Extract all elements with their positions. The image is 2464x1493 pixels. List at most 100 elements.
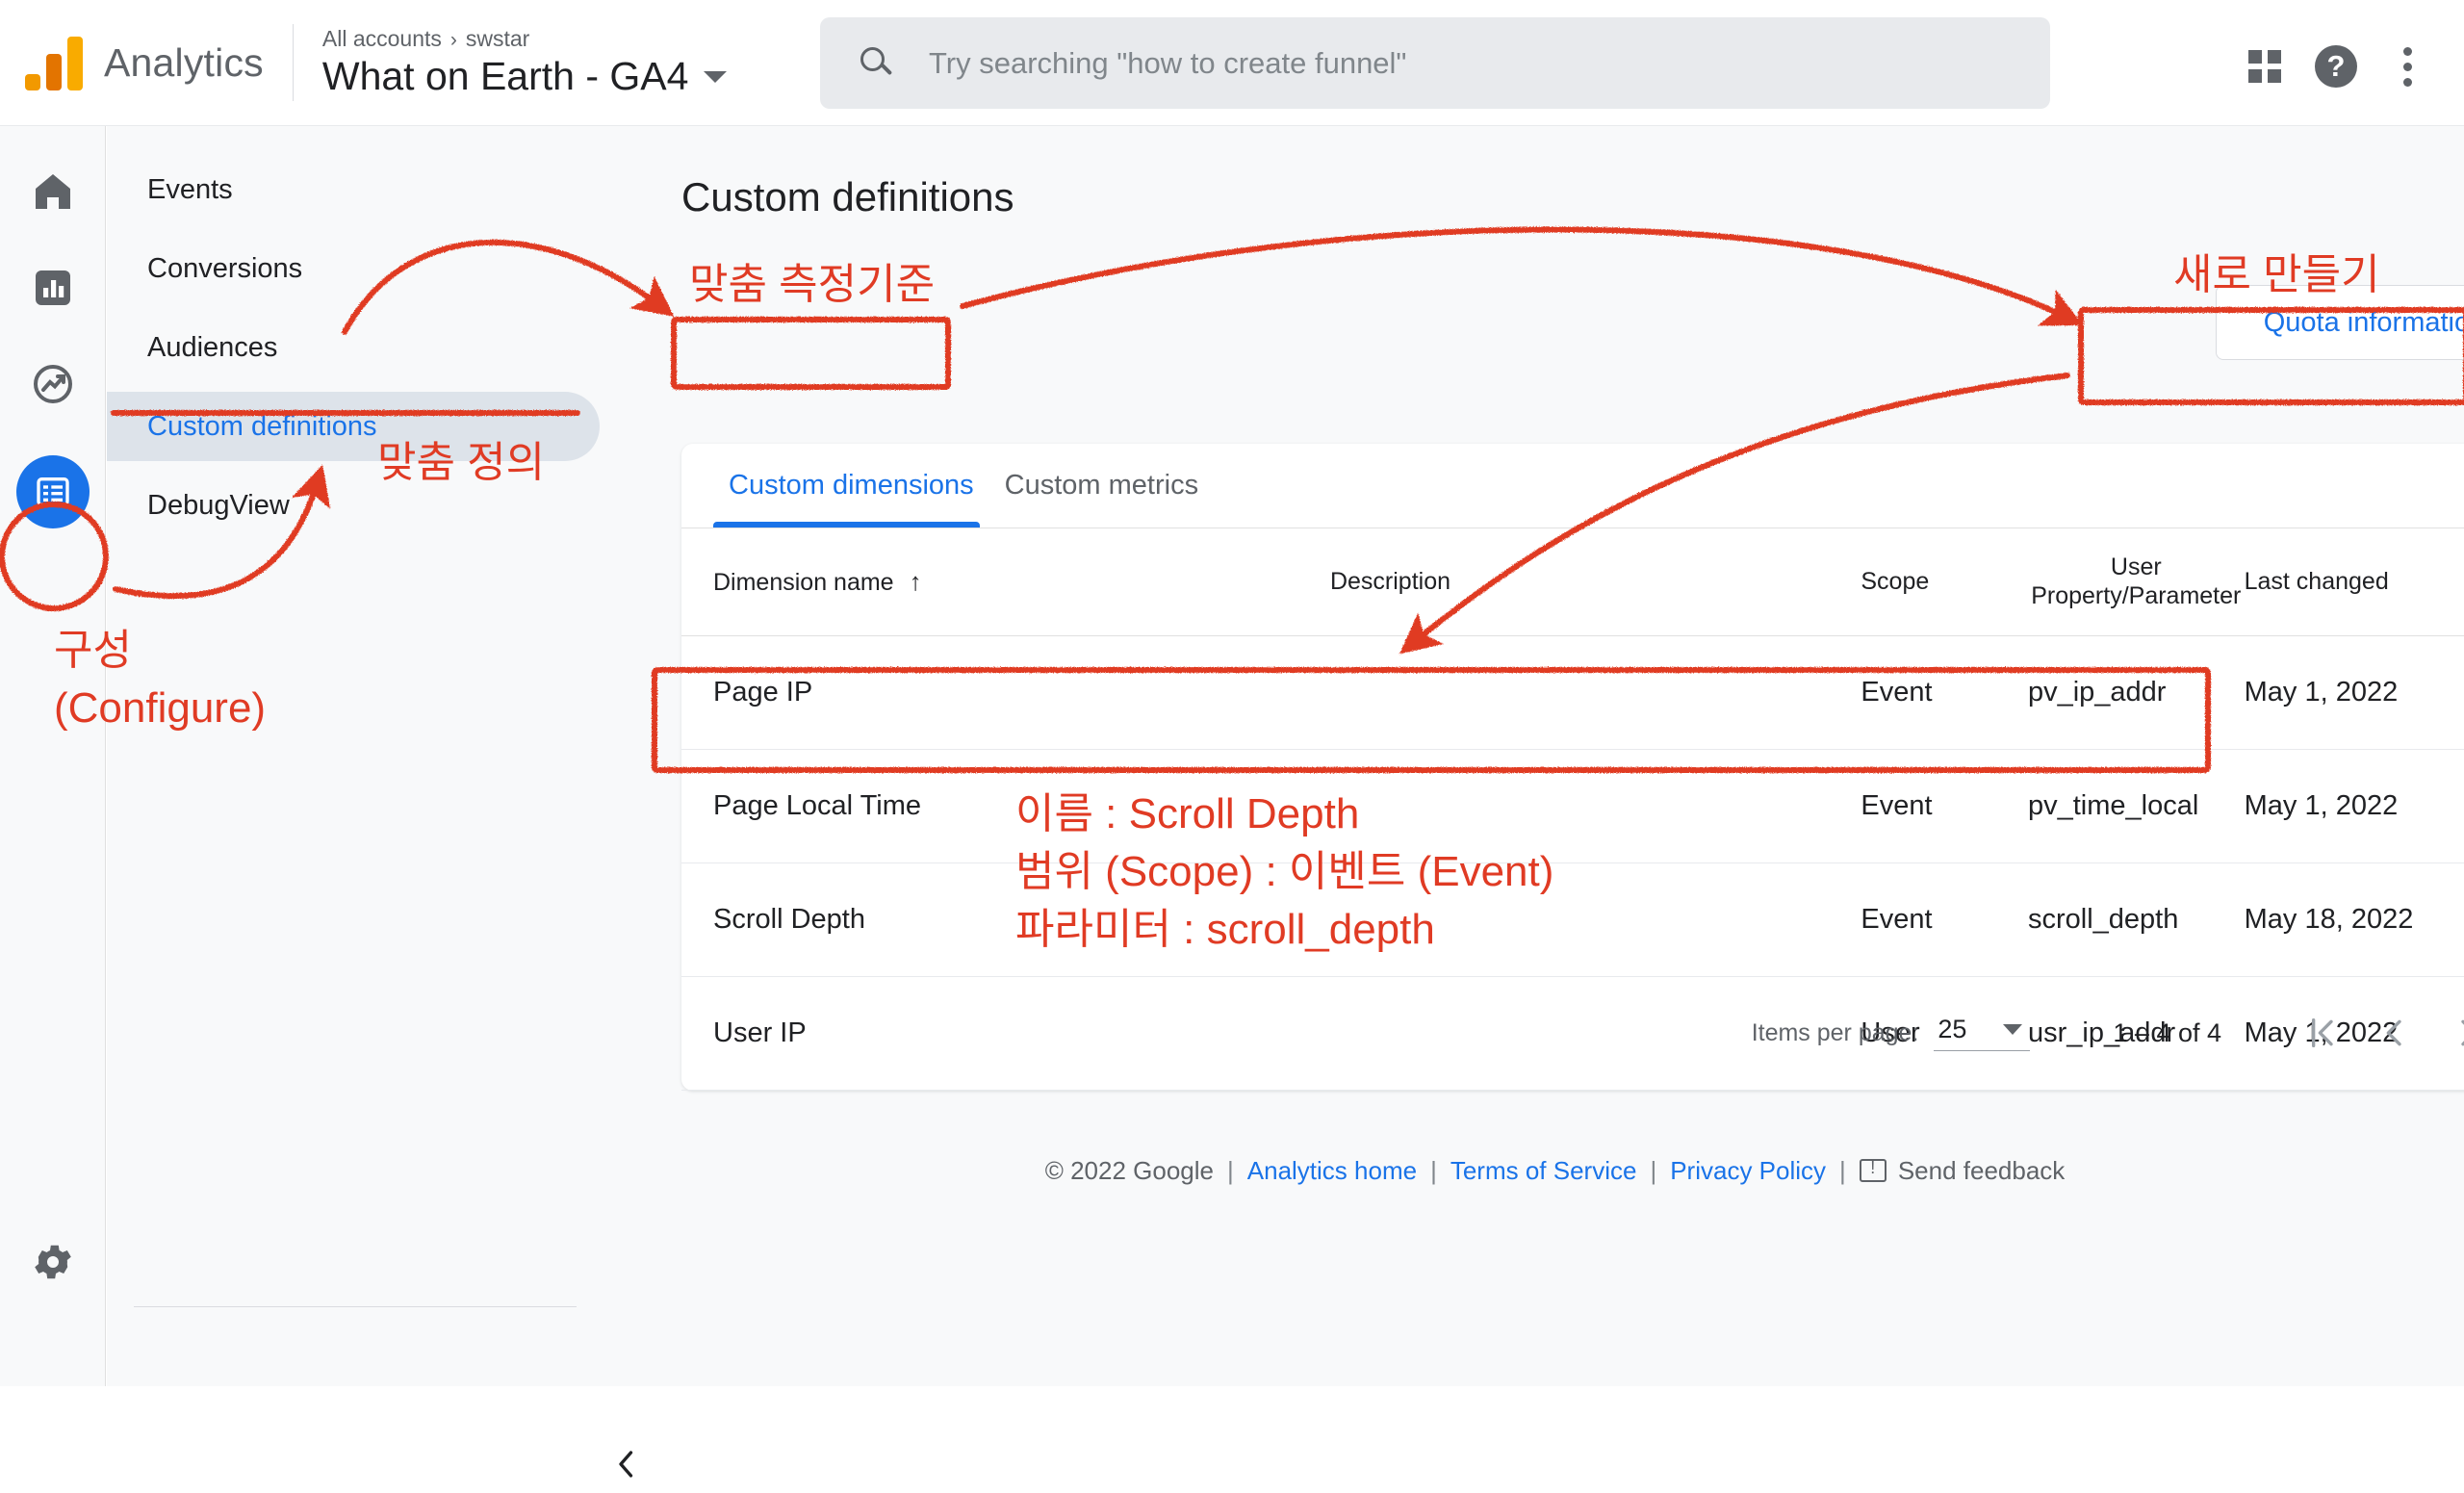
nav-label: Audiences (147, 332, 277, 364)
breadcrumb: All accounts › swstar (322, 26, 728, 52)
chevron-left-icon (2375, 1014, 2414, 1052)
feedback-icon (1860, 1159, 1886, 1182)
sidebar-item-events[interactable]: Events (107, 155, 600, 224)
main-content: Custom definitions Quota information Cre… (646, 126, 2464, 1386)
more-options-button[interactable] (2372, 31, 2443, 102)
custom-definitions-card: Custom dimensions Custom metrics Dimensi… (681, 444, 2464, 1091)
tab-label: Custom metrics (1005, 470, 1198, 502)
cell-description (1330, 863, 1861, 977)
column-label: Last changed (2245, 568, 2389, 595)
pagination-range-label: 1 – 4 of 4 (2113, 1018, 2221, 1048)
primary-nav-rail (0, 126, 106, 1386)
cell-user-property: scroll_depth (2028, 863, 2245, 977)
column-header-user-property[interactable]: User Property/Parameter (2028, 528, 2245, 636)
cell-description (1330, 636, 1861, 750)
table-row[interactable]: Page Local Time Event pv_time_local May … (681, 750, 2464, 863)
items-per-page-label: Items per page: (1752, 1019, 1919, 1047)
column-label: Dimension name (713, 569, 894, 596)
cell-description (1330, 750, 1861, 863)
rail-item-configure[interactable] (0, 444, 106, 540)
breadcrumb-root[interactable]: All accounts (322, 26, 442, 51)
property-title[interactable]: What on Earth - GA4 (322, 54, 689, 99)
sidebar-item-audiences[interactable]: Audiences (107, 313, 600, 382)
column-label: User Property/Parameter (2031, 553, 2241, 609)
table-row[interactable]: Page IP Event pv_ip_addr May 1, 2022 (681, 636, 2464, 750)
gear-icon (30, 1239, 76, 1285)
sidebar-item-debugview[interactable]: DebugView (107, 471, 600, 540)
cell-scope: Event (1861, 750, 2028, 863)
page-footer: © 2022 Google | Analytics home | Terms of Se… (646, 1156, 2464, 1186)
cell-last-changed: May 1, 2022 (2245, 636, 2464, 750)
configure-list-icon (34, 473, 72, 511)
explore-trend-icon (30, 361, 76, 407)
footer-link-terms-of-service[interactable]: Terms of Service (1450, 1156, 1637, 1185)
cell-scope: Event (1861, 636, 2028, 750)
footer-separator: | (1227, 1156, 1234, 1185)
sidebar-item-conversions[interactable]: Conversions (107, 234, 600, 303)
first-page-button[interactable] (2285, 996, 2358, 1069)
account-selector[interactable]: All accounts › swstar What on Earth - GA4 (322, 26, 728, 99)
search-icon (860, 47, 893, 80)
breadcrumb-account[interactable]: swstar (466, 26, 529, 51)
cell-dimension-name: Page IP (681, 636, 1330, 750)
tab-custom-metrics[interactable]: Custom metrics (989, 444, 1214, 527)
next-page-button[interactable] (2431, 996, 2464, 1069)
search-bar[interactable] (820, 17, 2050, 109)
cell-dimension-name: Page Local Time (681, 750, 1330, 863)
quota-information-button[interactable]: Quota information (2216, 285, 2464, 360)
send-feedback-label[interactable]: Send feedback (1898, 1156, 2065, 1185)
chevron-left-icon (609, 1443, 644, 1485)
chevron-right-icon: › (450, 29, 457, 51)
nav-label: Events (147, 174, 233, 206)
cell-user-property: pv_ip_addr (2028, 636, 2245, 750)
footer-link-analytics-home[interactable]: Analytics home (1247, 1156, 1417, 1185)
column-header-dimension-name[interactable]: Dimension name ↑ (681, 528, 1330, 636)
nav-label: Custom definitions (147, 411, 377, 443)
header-divider (293, 24, 294, 101)
cell-user-property: pv_time_local (2028, 750, 2245, 863)
nav-divider (134, 1306, 577, 1307)
collapse-nav-button[interactable] (598, 1435, 655, 1493)
apps-grid-button[interactable] (2229, 31, 2300, 102)
google-analytics-logo-icon (25, 35, 83, 90)
sort-ascending-icon: ↑ (910, 567, 922, 596)
brand-label: Analytics (104, 40, 264, 86)
rail-item-home[interactable] (0, 143, 106, 240)
tab-custom-dimensions[interactable]: Custom dimensions (713, 444, 989, 527)
footer-link-privacy-policy[interactable]: Privacy Policy (1670, 1156, 1826, 1185)
pagination-bar: Items per page: 25 1 – 4 of 4 (681, 975, 2464, 1091)
secondary-nav: Events Conversions Audiences Custom defi… (107, 126, 646, 1386)
table-header-row: Dimension name ↑ Description Scope User P… (681, 528, 2464, 636)
search-input[interactable] (927, 45, 1938, 82)
sidebar-item-custom-definitions[interactable]: Custom definitions (107, 392, 600, 461)
cell-last-changed: May 18, 2022 (2245, 863, 2464, 977)
tab-bar: Custom dimensions Custom metrics (681, 444, 2464, 528)
column-header-scope[interactable]: Scope (1861, 528, 2028, 636)
rail-item-admin[interactable] (0, 1214, 106, 1310)
items-per-page-select[interactable]: 25 (1934, 1015, 2030, 1051)
column-header-description[interactable]: Description (1330, 528, 1861, 636)
previous-page-button[interactable] (2358, 996, 2431, 1069)
column-label: Description (1330, 568, 1450, 595)
rail-item-reports[interactable] (0, 240, 106, 336)
rail-item-explore[interactable] (0, 336, 106, 432)
footer-separator: | (1430, 1156, 1437, 1185)
apps-grid-icon (2248, 50, 2281, 83)
column-header-last-changed[interactable]: Last changed (2245, 528, 2464, 636)
cell-last-changed: May 1, 2022 (2245, 750, 2464, 863)
copyright-label: © 2022 Google (1045, 1156, 1214, 1185)
footer-separator: | (1650, 1156, 1656, 1185)
footer-separator: | (1839, 1156, 1846, 1185)
help-button[interactable]: ? (2300, 31, 2372, 102)
table-row[interactable]: Scroll Depth Event scroll_depth May 18, … (681, 863, 2464, 977)
cell-dimension-name: Scroll Depth (681, 863, 1330, 977)
quota-information-label: Quota information (2264, 307, 2464, 339)
items-per-page-value: 25 (1938, 1015, 1966, 1044)
chevron-down-icon[interactable] (704, 71, 727, 83)
page-title: Custom definitions (681, 174, 1014, 220)
help-icon: ? (2315, 45, 2357, 88)
more-vertical-icon (2402, 47, 2412, 87)
chevron-down-icon (2003, 1024, 2022, 1035)
chevron-right-icon (2449, 1014, 2464, 1052)
tab-label: Custom dimensions (729, 470, 974, 502)
